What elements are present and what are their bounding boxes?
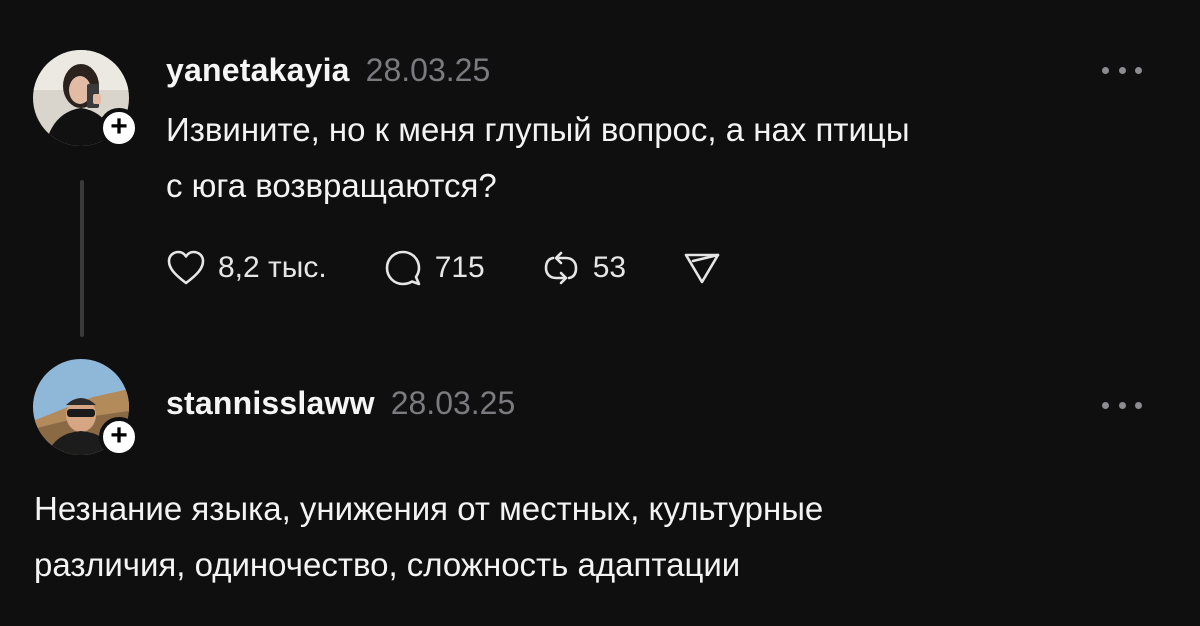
reply-count: 715 bbox=[434, 251, 485, 284]
post-text-line: Извините, но к меня глупый вопрос, а нах… bbox=[166, 111, 910, 148]
follow-button[interactable]: + bbox=[99, 108, 139, 148]
avatar-container: + bbox=[33, 50, 139, 148]
heart-icon bbox=[167, 250, 205, 285]
send-icon bbox=[684, 253, 720, 284]
more-options-button[interactable] bbox=[1102, 62, 1142, 78]
like-count: 8,2 тыс. bbox=[218, 251, 327, 284]
repost-button[interactable]: 53 bbox=[541, 248, 626, 288]
post-header: yanetakayia 28.03.25 bbox=[166, 52, 490, 89]
plus-icon: + bbox=[110, 418, 128, 452]
more-dot bbox=[1118, 66, 1126, 74]
more-dot bbox=[1135, 66, 1142, 74]
post-date: 28.03.25 bbox=[365, 52, 491, 88]
share-button[interactable] bbox=[682, 248, 722, 288]
username[interactable]: yanetakayia bbox=[166, 52, 350, 89]
more-dot bbox=[1102, 401, 1109, 409]
post-text: Извините, но к меня глупый вопрос, а нах… bbox=[166, 102, 1176, 214]
post: + stannisslaww 28.03.25 Незнание языка, … bbox=[0, 355, 1200, 626]
avatar-container: + bbox=[33, 359, 139, 457]
post-text-line: с юга возвращаются? bbox=[166, 167, 497, 204]
more-options-button[interactable] bbox=[1102, 397, 1142, 413]
post-text-line: различия, одиночество, сложность адаптац… bbox=[34, 546, 741, 583]
more-dot bbox=[1118, 401, 1126, 409]
username[interactable]: stannisslaww bbox=[166, 385, 375, 422]
post-text-line: Незнание языка, унижения от местных, кул… bbox=[34, 490, 824, 527]
post-date: 28.03.25 bbox=[390, 385, 516, 421]
post-header: stannisslaww 28.03.25 bbox=[166, 385, 515, 422]
follow-button[interactable]: + bbox=[99, 417, 139, 457]
thread-line bbox=[80, 180, 84, 337]
post-text: Незнание языка, унижения от местных, кул… bbox=[34, 481, 1154, 593]
repost-arrows-icon bbox=[544, 251, 578, 285]
more-dot bbox=[1135, 401, 1142, 409]
repost-count: 53 bbox=[592, 251, 627, 284]
plus-icon: + bbox=[110, 109, 128, 143]
like-button[interactable]: 8,2 тыс. bbox=[166, 249, 327, 287]
comment-bubble-icon bbox=[385, 250, 420, 286]
reply-button[interactable]: 715 bbox=[383, 248, 485, 288]
post-actions: 8,2 тыс. 715 53 bbox=[166, 248, 778, 288]
post: + yanetakayia 28.03.25 Извините, но к ме… bbox=[0, 0, 1200, 355]
more-dot bbox=[1102, 66, 1109, 74]
